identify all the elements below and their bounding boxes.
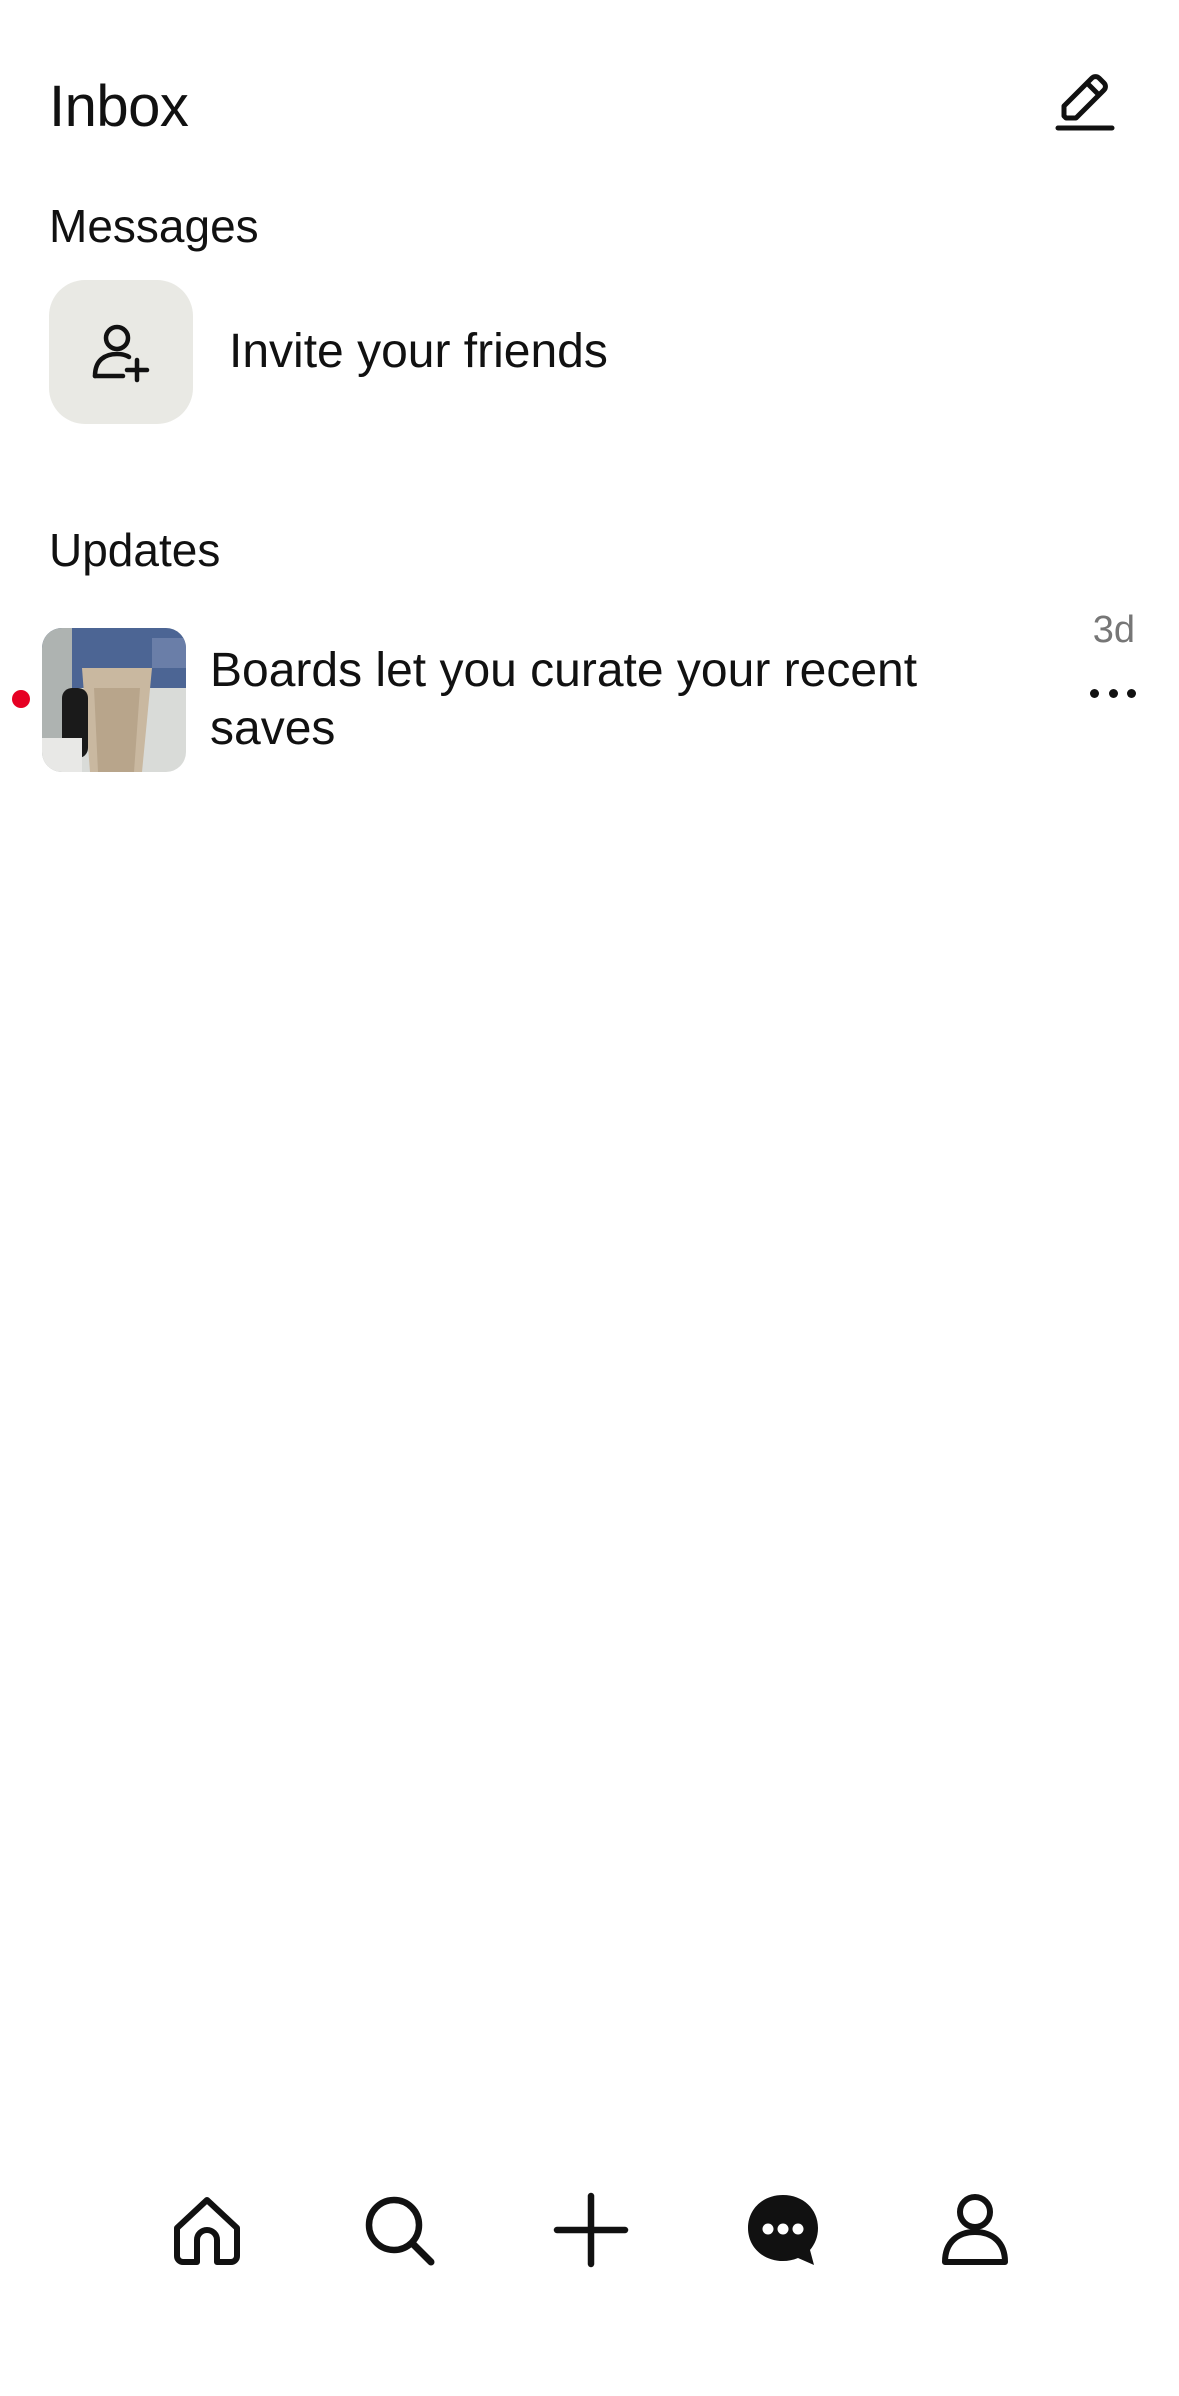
bottom-nav xyxy=(0,2180,1179,2300)
fashion-photo-thumbnail xyxy=(42,628,186,772)
nav-profile[interactable] xyxy=(925,2180,1025,2280)
more-options-button[interactable] xyxy=(1090,678,1136,708)
update-item[interactable]: Boards let you curate your recent saves … xyxy=(0,606,1179,778)
update-text: Boards let you curate your recent saves xyxy=(210,644,918,755)
ellipsis-icon xyxy=(1090,688,1099,698)
nav-search[interactable] xyxy=(349,2180,449,2280)
pencil-icon xyxy=(1055,74,1115,131)
chat-bubble-icon xyxy=(748,2195,818,2265)
compose-button[interactable] xyxy=(1050,68,1120,138)
header: Inbox xyxy=(0,0,1179,200)
home-icon xyxy=(174,2197,240,2265)
update-thumbnail xyxy=(42,628,186,772)
unread-indicator xyxy=(12,690,30,708)
update-timestamp: 3d xyxy=(1092,609,1135,651)
invite-icon-container xyxy=(49,280,193,424)
invite-friends-row[interactable]: Invite your friends xyxy=(49,280,1130,424)
nav-inbox[interactable] xyxy=(733,2180,833,2280)
search-icon xyxy=(365,2196,435,2266)
add-person-icon xyxy=(92,324,150,383)
profile-icon xyxy=(942,2194,1008,2265)
updates-heading: Updates xyxy=(49,524,221,576)
messages-heading: Messages xyxy=(49,200,259,252)
nav-create[interactable] xyxy=(541,2180,641,2280)
invite-label: Invite your friends xyxy=(229,325,608,378)
nav-home[interactable] xyxy=(157,2180,257,2280)
plus-icon xyxy=(553,2192,629,2268)
page-title: Inbox xyxy=(49,74,189,139)
